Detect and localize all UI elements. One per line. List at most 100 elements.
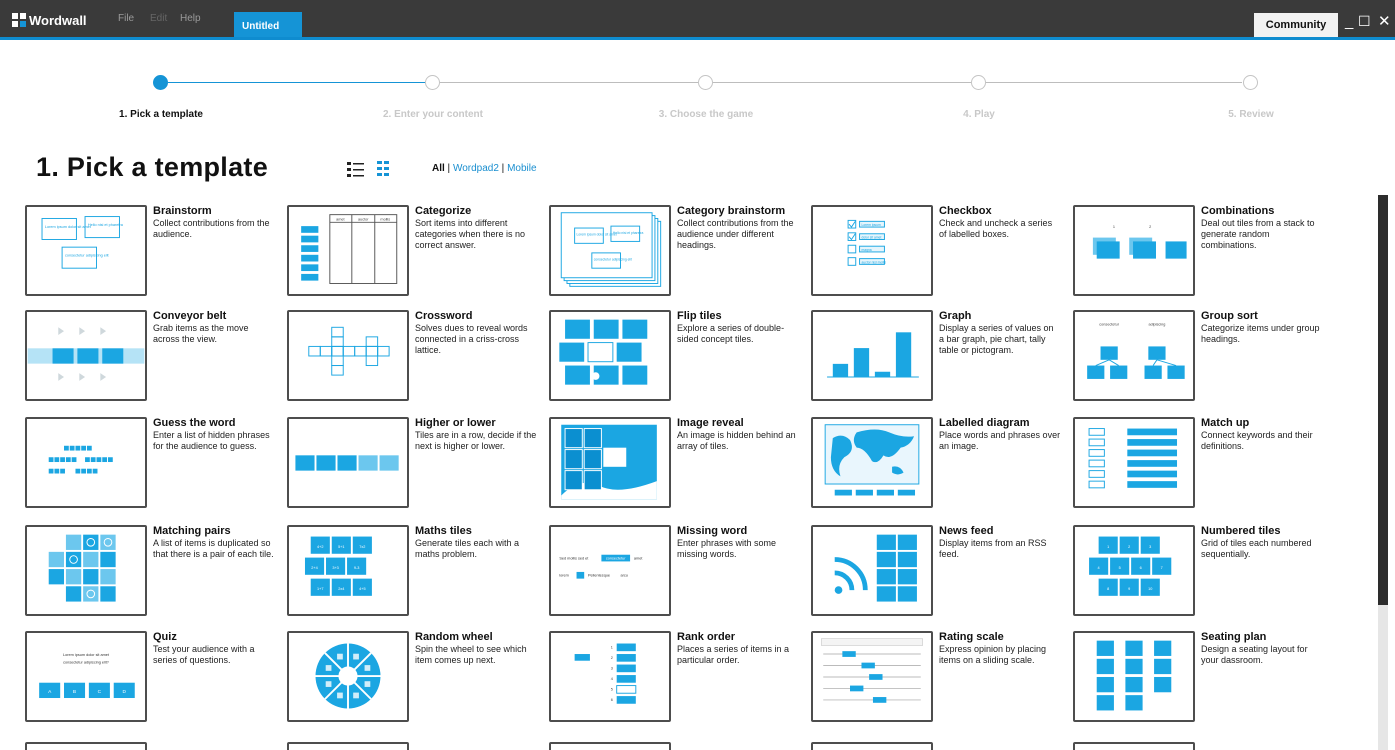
template-title[interactable]: Maths tiles: [415, 525, 472, 537]
template-thumbnail[interactable]: [287, 310, 409, 401]
step-dot-2[interactable]: [425, 75, 440, 90]
template-card-checkbox[interactable]: Lorem ipsum dolor sit amet magna auctor nis…: [811, 205, 1071, 296]
template-card-labelled-diagram[interactable]: Labelled diagram Place words and phrases …: [811, 417, 1071, 508]
template-thumbnail[interactable]: [25, 742, 147, 750]
template-card-graph[interactable]: Graph Display a series of values on a bar…: [811, 310, 1071, 401]
template-card-missing-word[interactable]: Sed mollis sed et consectetur amet lorem Pel…: [549, 525, 809, 616]
template-card-categorize[interactable]: amet auctor mollis Categorize Sort items int…: [287, 205, 547, 296]
template-card-random-wheel[interactable]: Random wheel Spin the wheel to see which …: [287, 631, 547, 722]
template-card-rank-order[interactable]: 1 2 3 4 5 6 Rank order Places a series of items…: [549, 631, 809, 722]
template-thumbnail[interactable]: [811, 525, 933, 616]
filter-all[interactable]: All: [432, 163, 445, 174]
template-card-news-feed[interactable]: News feed Display items from an RSS feed.: [811, 525, 1071, 616]
scrollbar-thumb[interactable]: [1378, 195, 1388, 605]
step-label-4[interactable]: 4. Play: [879, 109, 1079, 120]
maximize-icon[interactable]: ☐: [1358, 14, 1371, 29]
template-thumbnail[interactable]: [1073, 417, 1195, 508]
template-thumbnail[interactable]: [811, 310, 933, 401]
template-title[interactable]: Random wheel: [415, 631, 493, 643]
template-thumbnail[interactable]: [25, 525, 147, 616]
template-thumbnail[interactable]: [549, 742, 671, 750]
template-card-match-up[interactable]: Match up Connect keywords and their defin…: [1073, 417, 1333, 508]
template-title[interactable]: Crossword: [415, 310, 472, 322]
template-title[interactable]: Image reveal: [677, 417, 744, 429]
step-dot-3[interactable]: [698, 75, 713, 90]
template-title[interactable]: Flip tiles: [677, 310, 722, 322]
template-thumbnail[interactable]: 1 2 3 4 5 6: [549, 631, 671, 722]
template-title[interactable]: Brainstorm: [153, 205, 212, 217]
template-title[interactable]: News feed: [939, 525, 993, 537]
template-title[interactable]: Seating plan: [1201, 631, 1266, 643]
step-label-5[interactable]: 5. Review: [1151, 109, 1351, 120]
step-label-3[interactable]: 3. Choose the game: [606, 109, 806, 120]
template-title[interactable]: Missing word: [677, 525, 747, 537]
template-card-maths-tiles[interactable]: 4+2 5+1 7x2 2+4 3+3 9-3 1+7 2x4 4+5 Maths tiles Ge…: [287, 525, 547, 616]
template-thumbnail[interactable]: [287, 417, 409, 508]
template-title[interactable]: Rank order: [677, 631, 735, 643]
template-title[interactable]: Conveyor belt: [153, 310, 226, 322]
template-card-higher-or-lower[interactable]: Higher or lower Tiles are in a row, decid…: [287, 417, 547, 508]
template-title[interactable]: Checkbox: [939, 205, 992, 217]
template-thumbnail[interactable]: [1073, 742, 1195, 750]
template-card-image-reveal[interactable]: Image reveal An image is hidden behind an…: [549, 417, 809, 508]
template-title[interactable]: Combinations: [1201, 205, 1274, 217]
template-card-quiz[interactable]: Lorem ipsum dolor sit amet consectetur ad…: [25, 631, 285, 722]
template-thumbnail[interactable]: 1 2 3 4 5 6 7 8 9 10: [1073, 525, 1195, 616]
template-card-numbered-tiles[interactable]: 1 2 3 4 5 6 7 8 9 10 Numbered tiles Grid of tiles e…: [1073, 525, 1333, 616]
menu-file[interactable]: File: [118, 13, 134, 24]
template-title[interactable]: Match up: [1201, 417, 1249, 429]
template-thumbnail[interactable]: Lorem ipsum dolor sit amet Hello nisi et …: [25, 205, 147, 296]
template-thumbnail[interactable]: Lorem ipsum dolor sit amet consectetur ad…: [25, 631, 147, 722]
template-thumbnail[interactable]: [1073, 631, 1195, 722]
template-title[interactable]: Matching pairs: [153, 525, 231, 537]
step-dot-1[interactable]: [153, 75, 168, 90]
template-thumbnail[interactable]: [811, 742, 933, 750]
template-title[interactable]: Higher or lower: [415, 417, 496, 429]
list-view-icon[interactable]: [346, 160, 366, 178]
template-thumbnail[interactable]: Lorem ipsum dolor sit amet magna auctor nis…: [811, 205, 933, 296]
template-thumbnail[interactable]: [25, 310, 147, 401]
template-card-matching-pairs[interactable]: Matching pairs A list of items is duplica…: [25, 525, 285, 616]
template-thumbnail[interactable]: Sed mollis sed et consectetur amet lorem Pel…: [549, 525, 671, 616]
step-label-1[interactable]: 1. Pick a template: [61, 109, 261, 120]
template-title[interactable]: Graph: [939, 310, 971, 322]
filter-mobile[interactable]: Mobile: [507, 163, 536, 174]
template-card-category-brainstorm[interactable]: Lorem ipsum dolor sit amet Hello nisi et …: [549, 205, 809, 296]
template-card-flip-tiles[interactable]: Flip tiles Explore a series of double-sid…: [549, 310, 809, 401]
template-thumbnail[interactable]: [811, 631, 933, 722]
template-card-rating-scale[interactable]: Rating scale Express opinion by placing i…: [811, 631, 1071, 722]
tab-untitled[interactable]: Untitled: [234, 12, 302, 38]
template-thumbnail[interactable]: Lorem ipsum dolor sit amet Hello nisi et …: [549, 205, 671, 296]
template-card-crossword[interactable]: Crossword Solves dues to reveal words con…: [287, 310, 547, 401]
template-card-guess-the-word[interactable]: Guess the word Enter a list of hidden phr…: [25, 417, 285, 508]
template-card-seating-plan[interactable]: Seating plan Design a seating layout for …: [1073, 631, 1333, 722]
template-thumbnail[interactable]: 12: [1073, 205, 1195, 296]
template-title[interactable]: Group sort: [1201, 310, 1258, 322]
template-thumbnail[interactable]: [549, 310, 671, 401]
grid-view-icon[interactable]: [376, 160, 396, 178]
template-thumbnail[interactable]: amet auctor mollis: [287, 205, 409, 296]
filter-wordpad2[interactable]: Wordpad2: [453, 163, 499, 174]
minimize-icon[interactable]: _: [1345, 14, 1353, 29]
template-card-combinations[interactable]: 1 2 Combinations Deal out tiles from a stac…: [1073, 205, 1333, 296]
template-card-brainstorm[interactable]: Lorem ipsum dolor sit amet Hello nisi et …: [25, 205, 285, 296]
template-thumbnail[interactable]: [25, 417, 147, 508]
template-title[interactable]: Guess the word: [153, 417, 236, 429]
step-dot-5[interactable]: [1243, 75, 1258, 90]
template-title[interactable]: Numbered tiles: [1201, 525, 1280, 537]
template-title[interactable]: Category brainstorm: [677, 205, 785, 217]
close-icon[interactable]: ✕: [1378, 14, 1391, 29]
template-card-conveyor-belt[interactable]: Conveyor belt Grab items as the move acro…: [25, 310, 285, 401]
template-thumbnail[interactable]: [287, 631, 409, 722]
menu-help[interactable]: Help: [180, 13, 201, 24]
community-button[interactable]: Community: [1254, 13, 1338, 37]
template-thumbnail[interactable]: [287, 742, 409, 750]
template-title[interactable]: Quiz: [153, 631, 177, 643]
template-title[interactable]: Rating scale: [939, 631, 1004, 643]
template-card-group-sort[interactable]: consectetur adipiscing Group sort Categoriz…: [1073, 310, 1333, 401]
step-dot-4[interactable]: [971, 75, 986, 90]
template-thumbnail[interactable]: 4+2 5+1 7x2 2+4 3+3 9-3 1+7 2x4 4+5: [287, 525, 409, 616]
template-thumbnail[interactable]: [811, 417, 933, 508]
template-thumbnail[interactable]: [549, 417, 671, 508]
menu-edit[interactable]: Edit: [150, 13, 167, 24]
